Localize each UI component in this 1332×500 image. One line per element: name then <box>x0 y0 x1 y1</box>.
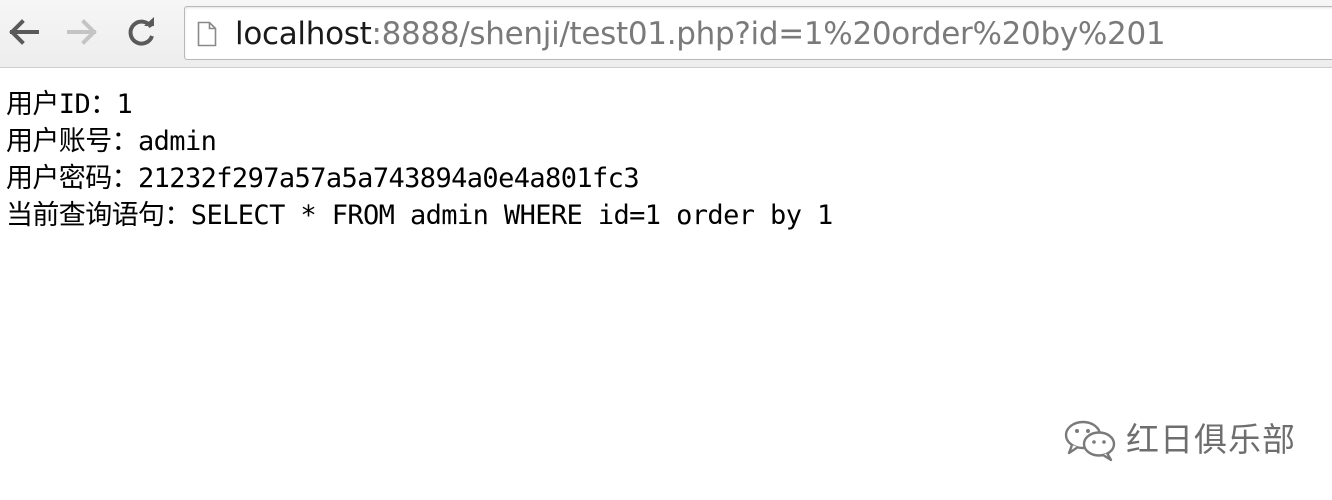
user-password-line: 用户密码：21232f297a57a5a743894a0e4a801fc3 <box>6 163 640 194</box>
reload-button[interactable] <box>122 12 162 52</box>
user-id-line: 用户ID：1 <box>6 89 133 120</box>
url-text: localhost:8888/shenji/test01.php?id=1%20… <box>235 15 1166 53</box>
browser-toolbar: localhost:8888/shenji/test01.php?id=1%20… <box>0 0 1332 68</box>
reload-icon <box>127 17 157 47</box>
address-bar[interactable]: localhost:8888/shenji/test01.php?id=1%20… <box>184 6 1332 60</box>
url-host: localhost <box>235 16 372 52</box>
watermark-text: 红日俱乐部 <box>1126 420 1296 459</box>
page-icon <box>197 21 217 52</box>
user-account-line: 用户账号：admin <box>6 126 217 157</box>
back-button[interactable] <box>4 12 44 52</box>
url-path: :8888/shenji/test01.php?id=1%20order%20b… <box>371 16 1166 52</box>
forward-arrow-icon <box>67 19 97 45</box>
back-arrow-icon <box>9 19 39 45</box>
page-content: 用户ID：1 用户账号：admin 用户密码：21232f297a57a5a74… <box>6 86 833 234</box>
wechat-icon <box>1062 418 1126 462</box>
watermark: 红日俱乐部 <box>1062 418 1296 462</box>
query-statement-line: 当前查询语句：SELECT * FROM admin WHERE id=1 or… <box>6 200 833 231</box>
forward-button[interactable] <box>62 12 102 52</box>
